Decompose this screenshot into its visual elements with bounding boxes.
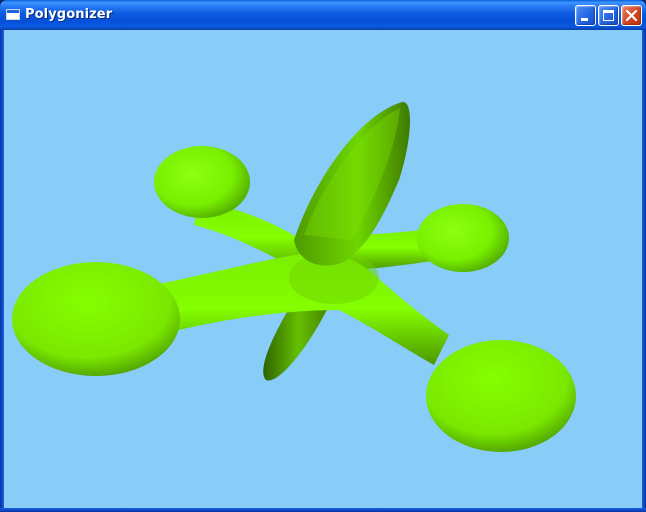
minimize-button[interactable]	[575, 5, 596, 26]
title-bar[interactable]: Polygonizer	[0, 0, 646, 30]
window-frame-right	[642, 30, 646, 512]
polygonized-shape-canvas[interactable]	[4, 30, 642, 508]
maximize-button[interactable]	[598, 5, 619, 26]
close-button[interactable]	[621, 5, 642, 26]
app-window-icon[interactable]	[6, 9, 20, 20]
maximize-icon	[603, 10, 614, 21]
minimize-icon	[581, 18, 588, 21]
left-bulb	[12, 262, 180, 376]
application-window: Polygonizer	[0, 0, 646, 512]
window-title: Polygonizer	[25, 7, 113, 22]
window-frame-bottom	[0, 508, 646, 512]
render-viewport[interactable]	[4, 30, 642, 508]
close-icon	[625, 9, 638, 22]
right-bulb	[426, 340, 576, 452]
